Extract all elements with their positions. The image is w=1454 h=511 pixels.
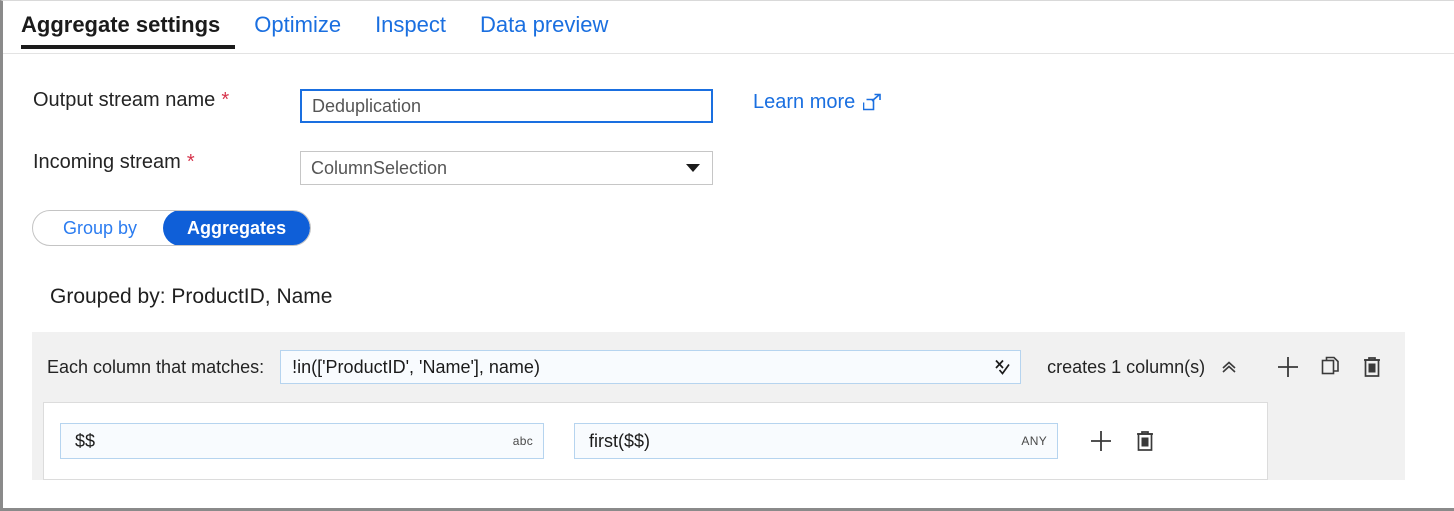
aggregate-expression-panel: $$ abc first($$) ANY	[43, 402, 1268, 480]
expression-builder-icon[interactable]	[992, 357, 1012, 377]
output-stream-name-label: Output stream name*	[33, 89, 229, 112]
aggregate-column-type-tag: abc	[513, 434, 533, 448]
trash-icon[interactable]	[1134, 429, 1156, 453]
aggregate-row-actions	[1088, 428, 1156, 454]
mode-toggle: Group by Aggregates	[32, 210, 311, 246]
tab-bar-divider	[3, 53, 1454, 54]
copy-icon[interactable]	[1319, 355, 1343, 379]
output-stream-name-value: Deduplication	[312, 91, 421, 121]
toggle-aggregates[interactable]: Aggregates	[163, 210, 310, 246]
toggle-group-by[interactable]: Group by	[33, 210, 163, 246]
chevron-down-icon	[686, 164, 700, 172]
column-pattern-panel: Each column that matches: !in(['ProductI…	[32, 332, 1405, 480]
aggregate-column-input[interactable]: $$ abc	[60, 423, 544, 459]
aggregate-expression-type-tag: ANY	[1021, 434, 1047, 448]
match-rule-label: Each column that matches:	[47, 357, 264, 378]
tab-data-preview[interactable]: Data preview	[480, 10, 608, 40]
match-expression-input[interactable]: !in(['ProductID', 'Name'], name)	[280, 350, 1021, 384]
plus-icon[interactable]	[1275, 354, 1301, 380]
active-tab-indicator	[21, 45, 235, 49]
grouped-by-summary: Grouped by: ProductID, Name	[50, 285, 332, 309]
aggregate-expression-value: first($$)	[589, 431, 650, 452]
output-stream-name-row: Output stream name*	[33, 89, 229, 112]
incoming-stream-select[interactable]: ColumnSelection	[300, 151, 713, 185]
match-row-actions	[1275, 354, 1383, 380]
tab-optimize[interactable]: Optimize	[254, 10, 341, 40]
tab-bar: Aggregate settings Optimize Inspect Data…	[3, 1, 1454, 53]
incoming-stream-row: Incoming stream*	[33, 151, 195, 174]
tab-inspect[interactable]: Inspect	[375, 10, 446, 40]
required-indicator: *	[221, 89, 229, 111]
match-rule-row: Each column that matches: !in(['ProductI…	[32, 332, 1405, 402]
tab-aggregate-settings[interactable]: Aggregate settings	[21, 10, 220, 40]
trash-icon[interactable]	[1361, 355, 1383, 379]
required-indicator: *	[187, 151, 195, 173]
chevron-up-icon[interactable]	[1219, 357, 1239, 377]
learn-more-label: Learn more	[753, 91, 855, 114]
match-expression-value: !in(['ProductID', 'Name'], name)	[292, 357, 540, 378]
aggregate-settings-panel: Aggregate settings Optimize Inspect Data…	[0, 0, 1454, 511]
incoming-stream-value: ColumnSelection	[311, 158, 447, 179]
creates-column-count: creates 1 column(s)	[1047, 357, 1205, 378]
plus-icon[interactable]	[1088, 428, 1114, 454]
learn-more-link[interactable]: Learn more	[753, 91, 883, 114]
external-link-icon	[863, 93, 883, 113]
aggregate-expression-input[interactable]: first($$) ANY	[574, 423, 1058, 459]
output-stream-name-input[interactable]: Deduplication	[300, 89, 713, 123]
aggregate-column-value: $$	[75, 431, 95, 452]
incoming-stream-label: Incoming stream*	[33, 151, 195, 174]
